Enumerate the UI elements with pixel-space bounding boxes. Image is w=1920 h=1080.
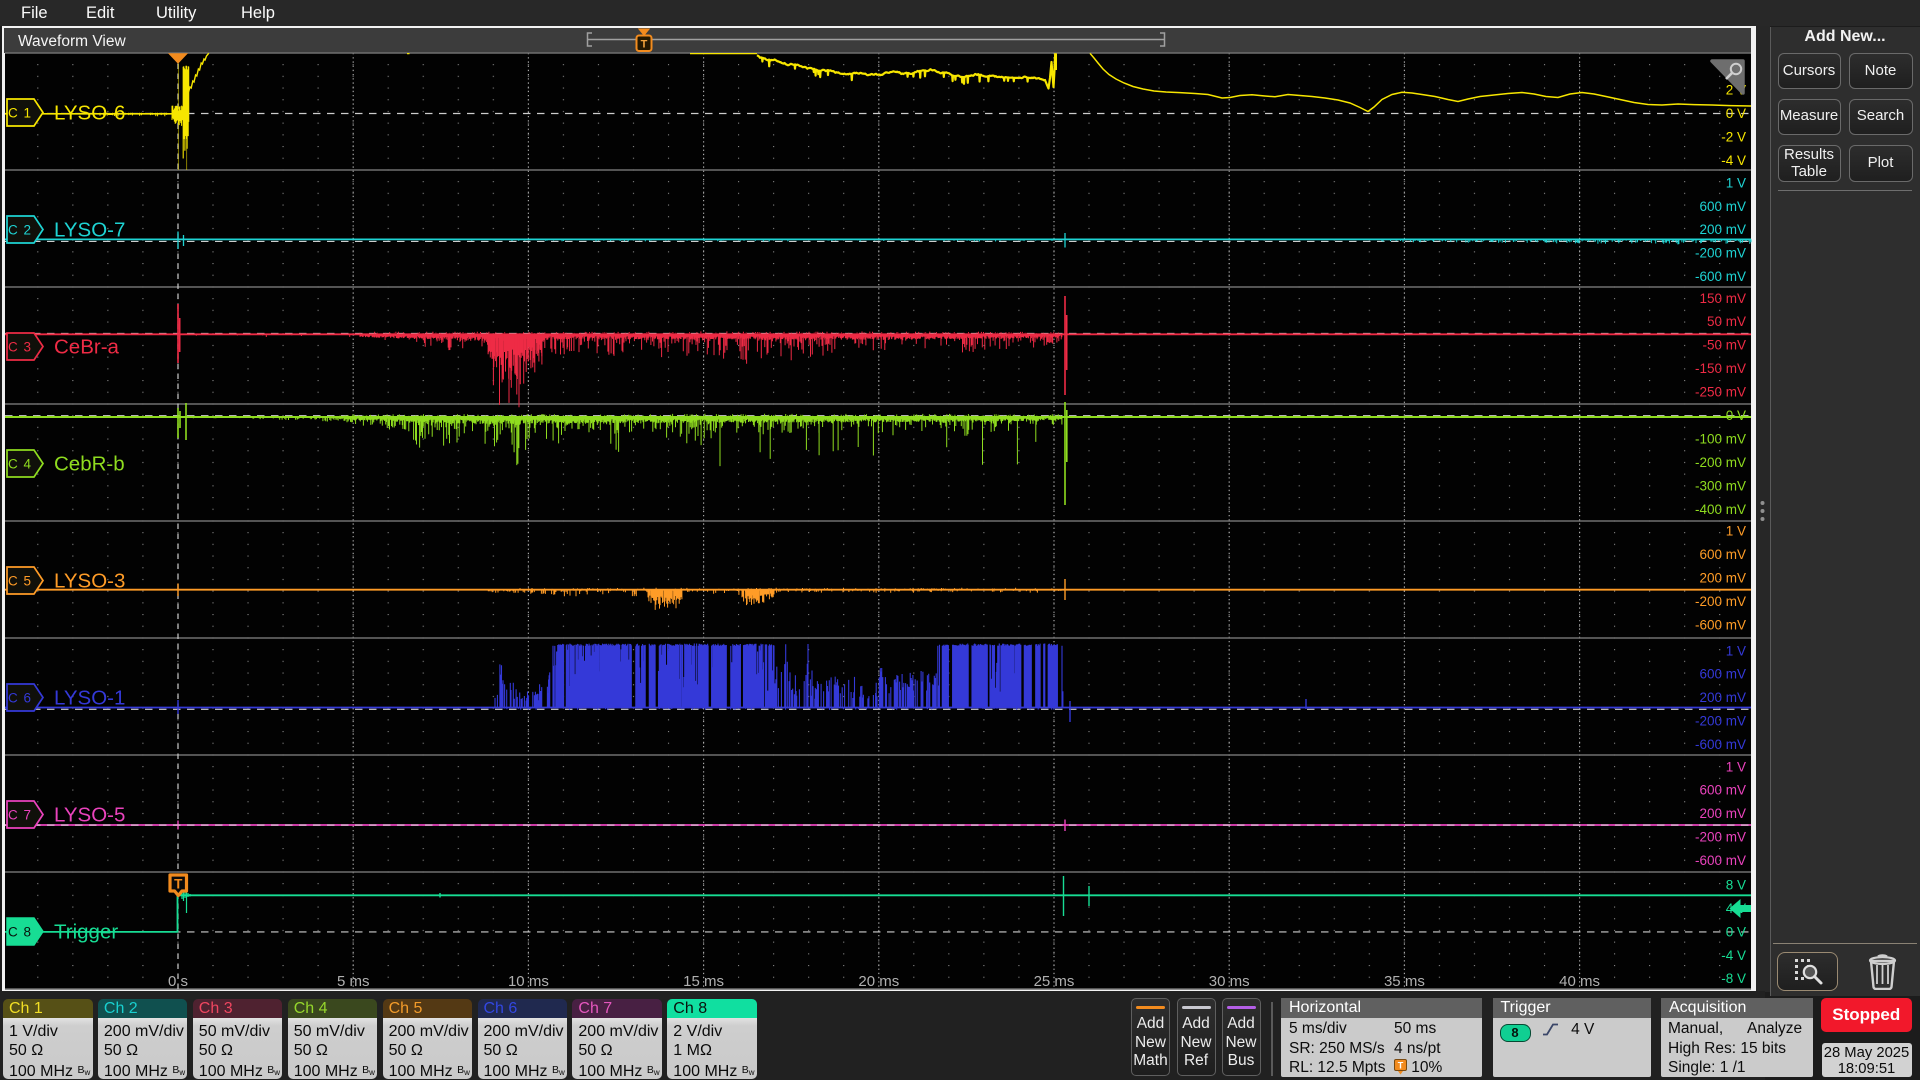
svg-text:-150 mV: -150 mV xyxy=(1695,361,1746,376)
svg-text:C 2: C 2 xyxy=(8,223,32,238)
svg-text:Trigger: Trigger xyxy=(54,921,118,944)
svg-text:T: T xyxy=(1398,1061,1404,1071)
svg-text:150 mV: 150 mV xyxy=(1699,291,1746,306)
svg-text:1 V: 1 V xyxy=(1726,759,1746,774)
svg-text:-200 mV: -200 mV xyxy=(1695,594,1746,609)
svg-text:Utility: Utility xyxy=(156,4,197,22)
svg-text:1 V: 1 V xyxy=(1726,643,1746,658)
svg-text:-50 mV: -50 mV xyxy=(1702,338,1746,353)
svg-text:25 ms: 25 ms xyxy=(1034,973,1075,990)
svg-text:File: File xyxy=(21,4,48,22)
svg-text:600 mV: 600 mV xyxy=(1699,667,1746,682)
svg-text:20 ms: 20 ms xyxy=(858,973,899,990)
svg-text:C 8: C 8 xyxy=(8,925,32,940)
svg-text:LYSO-1: LYSO-1 xyxy=(54,687,125,710)
svg-text:1 V: 1 V xyxy=(1726,524,1746,539)
svg-text:-200 mV: -200 mV xyxy=(1695,455,1746,470)
svg-text:5 ms: 5 ms xyxy=(337,973,370,990)
svg-text:600 mV: 600 mV xyxy=(1699,783,1746,798)
svg-text:LYSO-7: LYSO-7 xyxy=(54,219,125,242)
svg-text:0 s: 0 s xyxy=(168,973,188,990)
svg-text:600 mV: 600 mV xyxy=(1699,547,1746,562)
svg-text:-600 mV: -600 mV xyxy=(1695,737,1746,752)
svg-text:0 V: 0 V xyxy=(1726,106,1746,121)
svg-text:T: T xyxy=(641,39,648,51)
svg-text:600 mV: 600 mV xyxy=(1699,199,1746,214)
svg-text:-300 mV: -300 mV xyxy=(1695,478,1746,493)
svg-text:-4 V: -4 V xyxy=(1721,948,1746,963)
svg-text:C 3: C 3 xyxy=(8,340,32,355)
svg-text:-2 V: -2 V xyxy=(1721,129,1746,144)
svg-text:200 mV: 200 mV xyxy=(1699,571,1746,586)
svg-text:T: T xyxy=(174,877,183,892)
svg-text:C 5: C 5 xyxy=(8,574,32,589)
svg-text:Edit: Edit xyxy=(86,4,115,22)
svg-text:-200 mV: -200 mV xyxy=(1695,830,1746,845)
svg-text:LYSO-3: LYSO-3 xyxy=(54,570,125,593)
svg-text:LYSO-5: LYSO-5 xyxy=(54,804,125,827)
svg-text:0 V: 0 V xyxy=(1726,924,1746,939)
svg-text:40 ms: 40 ms xyxy=(1559,973,1600,990)
svg-text:C 4: C 4 xyxy=(8,457,32,472)
svg-text:200 mV: 200 mV xyxy=(1699,806,1746,821)
svg-text:35 ms: 35 ms xyxy=(1384,973,1425,990)
svg-text:LYSO-6: LYSO-6 xyxy=(54,102,125,125)
svg-text:CebR-b: CebR-b xyxy=(54,453,125,476)
svg-text:50 mV: 50 mV xyxy=(1707,314,1746,329)
svg-text:10 ms: 10 ms xyxy=(508,973,549,990)
svg-text:1 V: 1 V xyxy=(1726,175,1746,190)
svg-text:-600 mV: -600 mV xyxy=(1695,853,1746,868)
svg-text:C 7: C 7 xyxy=(8,808,32,823)
svg-text:Help: Help xyxy=(241,4,275,22)
svg-text:0 V: 0 V xyxy=(1726,408,1746,423)
svg-text:-200 mV: -200 mV xyxy=(1695,714,1746,729)
svg-text:200 mV: 200 mV xyxy=(1699,690,1746,705)
svg-text:-400 mV: -400 mV xyxy=(1695,502,1746,517)
svg-text:-200 mV: -200 mV xyxy=(1695,246,1746,261)
svg-text:15 ms: 15 ms xyxy=(683,973,724,990)
svg-text:CeBr-a: CeBr-a xyxy=(54,336,120,359)
svg-text:-8 V: -8 V xyxy=(1721,971,1746,986)
svg-text:C 1: C 1 xyxy=(8,106,32,121)
svg-text:-250 mV: -250 mV xyxy=(1695,384,1746,399)
svg-text:-600 mV: -600 mV xyxy=(1695,269,1746,284)
svg-text:Waveform View: Waveform View xyxy=(18,33,126,50)
svg-text:-4 V: -4 V xyxy=(1721,153,1746,168)
svg-text:C 6: C 6 xyxy=(8,691,32,706)
svg-text:-600 mV: -600 mV xyxy=(1695,617,1746,632)
svg-text:8 V: 8 V xyxy=(1726,878,1746,893)
svg-text:200 mV: 200 mV xyxy=(1699,222,1746,237)
svg-text:-100 mV: -100 mV xyxy=(1695,432,1746,447)
svg-text:30 ms: 30 ms xyxy=(1209,973,1250,990)
